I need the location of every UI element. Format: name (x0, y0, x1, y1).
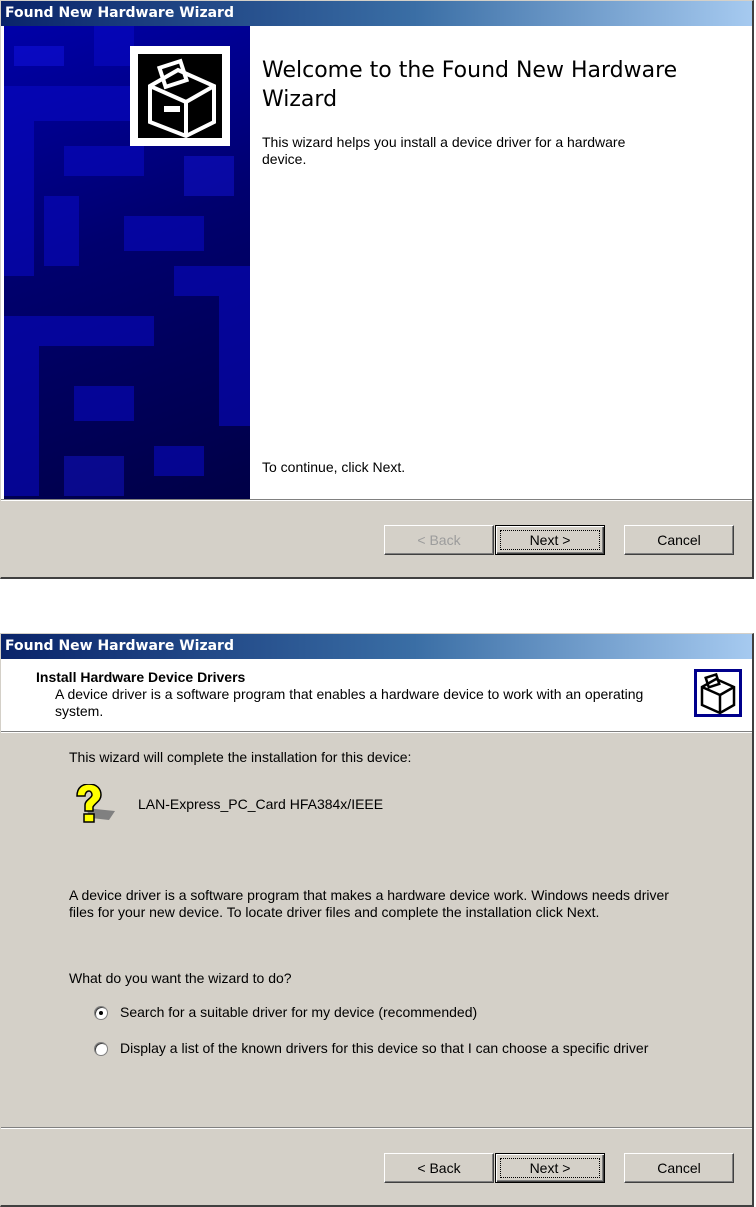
display-drivers-label[interactable]: Display a list of the known drivers for … (120, 1040, 690, 1057)
search-driver-label[interactable]: Search for a suitable driver for my devi… (120, 1004, 690, 1021)
welcome-wizard-body: Welcome to the Found New Hardware Wizard… (1, 26, 752, 500)
welcome-wizard-window: Found New Hardware Wizard Welcome to the… (0, 0, 754, 579)
header-description: A device driver is a software program th… (55, 686, 644, 719)
back-button[interactable]: < Back (384, 525, 494, 555)
wizard-button-bar: < Back Next > Cancel (1, 1127, 752, 1205)
continue-instruction: To continue, click Next. (262, 459, 406, 475)
wizard-description: This wizard helps you install a device d… (262, 134, 626, 167)
device-name: LAN-Express_PC_Card HFA384x/IEEE (138, 796, 384, 812)
option-display-drivers[interactable]: Display a list of the known drivers for … (94, 1040, 690, 1057)
next-button-label: Next > (529, 1160, 571, 1176)
hardware-wizard-icon (130, 46, 230, 146)
back-button[interactable]: < Back (384, 1153, 494, 1183)
next-button[interactable]: Next > (495, 525, 605, 555)
wizard-header: Install Hardware Device Drivers A device… (1, 659, 752, 733)
cancel-button[interactable]: Cancel (624, 525, 734, 555)
hardware-wizard-icon (694, 669, 742, 717)
welcome-wizard-content: Welcome to the Found New Hardware Wizard… (250, 26, 752, 500)
next-button[interactable]: Next > (495, 1153, 605, 1183)
wizard-sidebar-watermark (4, 26, 250, 500)
header-title: Install Hardware Device Drivers (36, 669, 246, 685)
search-driver-radio[interactable] (94, 1006, 108, 1020)
display-drivers-radio[interactable] (94, 1042, 108, 1056)
cancel-button[interactable]: Cancel (624, 1153, 734, 1183)
next-button-label: Next > (529, 532, 571, 548)
option-search-driver[interactable]: Search for a suitable driver for my devi… (94, 1004, 690, 1021)
install-drivers-title-bar[interactable]: Found New Hardware Wizard (1, 634, 752, 659)
wizard-button-bar: < Back Next > Cancel (1, 499, 752, 577)
wizard-question: What do you want the wizard to do? (69, 970, 292, 986)
intro-text: This wizard will complete the installati… (69, 749, 412, 765)
page-title: Welcome to the Found New Hardware Wizard (262, 58, 678, 112)
install-drivers-window: Found New Hardware Wizard Install Hardwa… (0, 633, 754, 1207)
unknown-device-icon (76, 784, 115, 823)
welcome-wizard-title-bar[interactable]: Found New Hardware Wizard (1, 1, 752, 26)
driver-explanation: A device driver is a software program th… (69, 887, 669, 920)
